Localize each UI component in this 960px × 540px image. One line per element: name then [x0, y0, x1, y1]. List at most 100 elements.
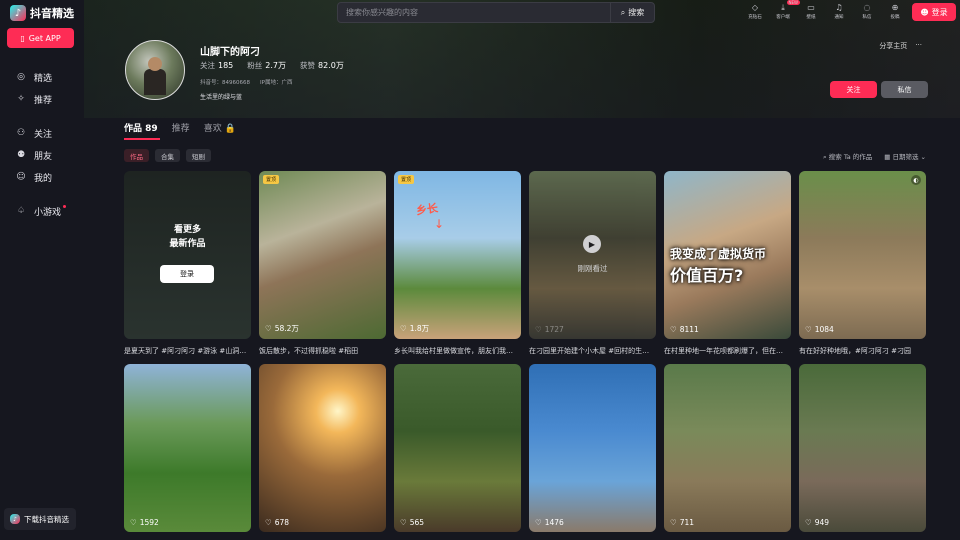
tab-recommend[interactable]: 推荐	[172, 121, 190, 134]
download-app-button[interactable]: ♪ 下载抖音精选	[4, 508, 76, 530]
video-card[interactable]: ♡ 1476	[529, 364, 656, 532]
heart-icon: ♡	[400, 518, 407, 527]
wallpaper-button[interactable]: ▭ 壁纸	[800, 2, 822, 20]
video-card[interactable]: ♡ 949	[799, 364, 926, 532]
video-caption[interactable]: 是夏天到了 #阿刁阿刁 #游泳 #山洞…	[124, 346, 251, 356]
douyin-logo-icon: ♪	[10, 514, 20, 524]
chip-collections[interactable]: 合集	[155, 149, 180, 162]
video-card[interactable]: ♡ 565	[394, 364, 521, 532]
user-icon: ☺	[16, 172, 26, 182]
video-card-login-prompt[interactable]: 看更多 最新作品 登录	[124, 171, 251, 339]
upload-button[interactable]: ⊕ 投稿	[884, 2, 906, 20]
sidebar-item-mine[interactable]: ☺ 我的	[16, 166, 66, 188]
stat-followers[interactable]: 粉丝 2.7万	[247, 60, 286, 71]
video-caption[interactable]: 在刁园里开始建个小木屋 #回村的生…	[529, 346, 656, 356]
sidebar-nav: ◎ 精选 ✧ 推荐 ⚇ 关注 ⚉ 朋友 ☺ 我的 ♤ 小游戏	[16, 66, 67, 222]
toolbar-label: 私信	[862, 15, 872, 20]
share-profile-button[interactable]: 分享主页	[879, 41, 907, 51]
video-caption[interactable]: 乡长叫我给村里做做宣传，朋友们我…	[394, 346, 521, 356]
video-card[interactable]: 置顶 ♡ 58.2万	[259, 171, 386, 339]
profile-actions: 分享主页 ···	[879, 41, 922, 51]
profile-avatar[interactable]	[125, 40, 185, 100]
featured-icon: ◎	[17, 72, 25, 82]
search-button-label: 搜索	[628, 8, 645, 17]
tab-likes[interactable]: 喜欢 🔒	[204, 121, 236, 134]
video-card[interactable]: ◐ ♡ 1084	[799, 171, 926, 339]
login-label: 登录	[931, 7, 948, 17]
video-card[interactable]: ♡ 678	[259, 364, 386, 532]
search-works-button[interactable]: ⌕ 搜索 Ta 的作品	[823, 151, 872, 162]
image-set-icon: ◐	[911, 175, 921, 185]
video-caption[interactable]: 在村里种地一年花呗都刷爆了，但在…	[664, 346, 791, 356]
date-filter-dropdown[interactable]: ▦ 日期筛选 ⌄	[884, 151, 926, 162]
sidebar-item-label: 朋友	[34, 151, 53, 162]
download-icon: ⤓	[781, 3, 785, 12]
heart-icon: ♡	[670, 518, 677, 527]
sidebar-item-following[interactable]: ⚇ 关注	[16, 122, 66, 144]
friends-icon: ⚉	[16, 150, 26, 160]
video-card[interactable]: 我变成了虚拟货币 价值百万? ♡ 8111	[664, 171, 791, 339]
profile-tabs: 作品 89 推荐 喜欢 🔒	[124, 121, 236, 134]
sidebar-item-friends[interactable]: ⚉ 朋友	[16, 144, 66, 166]
video-caption[interactable]: 有在好好种地哦，#阿刁阿刁 #刁园	[799, 346, 926, 356]
user-icon: ☻	[920, 7, 929, 17]
toolbar-label: 通知	[834, 15, 844, 20]
sidebar-item-minigames[interactable]: ♤ 小游戏	[16, 200, 67, 222]
profile-stats: 关注 185 粉丝 2.7万 获赞 82.0万	[200, 60, 344, 71]
phone-icon: ▯	[20, 33, 25, 43]
active-tab-indicator	[124, 138, 160, 140]
app-logo[interactable]: ♪ 抖音精选	[10, 4, 74, 22]
video-card[interactable]: ♡ 1592	[124, 364, 251, 532]
ip-location: IP属地：广西	[260, 80, 293, 86]
get-app-button[interactable]: ▯ Get APP	[7, 28, 74, 48]
new-badge: NEW	[786, 0, 800, 5]
sparkle-icon: ✧	[17, 94, 25, 104]
profile-ids: 抖音号：84960668 IP属地：广西	[200, 78, 292, 86]
douyin-logo-icon: ♪	[10, 5, 26, 21]
pinned-badge: 置顶	[263, 175, 280, 184]
sidebar-item-label: 关注	[34, 129, 53, 140]
video-caption[interactable]: 饭后散步，不过得抓稳啦 #稻田	[259, 346, 386, 356]
login-button[interactable]: ☻ 登录	[912, 3, 956, 21]
play-icon[interactable]: ▶	[583, 235, 601, 253]
video-card[interactable]: 置顶 乡长 ↓ ♡ 1.8万	[394, 171, 521, 339]
sidebar-item-recommend[interactable]: ✧ 推荐	[16, 88, 66, 110]
toolbar-label: 投稿	[890, 15, 900, 20]
sidebar-item-featured[interactable]: ◎ 精选	[16, 66, 66, 88]
more-options-icon[interactable]: ···	[915, 41, 922, 51]
search-icon: ⌕	[620, 7, 626, 17]
notification-button[interactable]: ♫ 通知	[828, 2, 850, 20]
messages-button[interactable]: ◌ 私信	[856, 2, 878, 20]
arrow-down-icon: ↓	[434, 217, 445, 231]
message-button[interactable]: 私信	[881, 81, 928, 98]
stat-following[interactable]: 关注 185	[200, 60, 233, 71]
app-logo-text: 抖音精选	[30, 7, 74, 20]
follow-button[interactable]: 关注	[830, 81, 877, 98]
pinned-badge: 置顶	[398, 175, 415, 184]
search-button[interactable]: ⌕ 搜索	[610, 3, 654, 22]
video-card[interactable]: ♡ 711	[664, 364, 791, 532]
sidebar-item-label: 推荐	[34, 95, 53, 106]
like-count: ♡ 8111	[670, 325, 699, 334]
sidebar: ♪ 抖音精选 ▯ Get APP ◎ 精选 ✧ 推荐 ⚇ 关注 ⚉ 朋友 ☺ 我…	[0, 0, 84, 540]
chip-short-dramas[interactable]: 短剧	[186, 149, 211, 162]
gamepad-icon: ♤	[16, 206, 26, 216]
see-more-prompt: 看更多 最新作品	[169, 225, 206, 249]
heart-icon: ♡	[535, 518, 542, 527]
heart-icon: ♡	[805, 325, 812, 334]
tab-works[interactable]: 作品 89	[124, 121, 158, 134]
heart-icon: ♡	[670, 325, 677, 334]
video-card-watched[interactable]: ▶ 刚刚看过 ♡ 1727	[529, 171, 656, 339]
search-input[interactable]	[338, 8, 610, 17]
chevron-down-icon: ⌄	[918, 153, 926, 161]
like-count: ♡ 58.2万	[265, 324, 299, 333]
recharge-diamond-button[interactable]: ◇ 充钻石	[744, 2, 766, 20]
card-login-button[interactable]: 登录	[160, 265, 214, 283]
toolbar-label: 客户端	[776, 15, 790, 20]
heart-icon: ♡	[805, 518, 812, 527]
heart-icon: ♡	[265, 518, 272, 527]
top-toolbar: ◇ 充钻石 NEW ⤓ 客户端 ▭ 壁纸 ♫ 通知 ◌ 私信 ⊕ 投稿	[744, 0, 906, 20]
client-download-button[interactable]: NEW ⤓ 客户端	[772, 0, 800, 20]
download-label: 下载抖音精选	[24, 514, 69, 524]
chip-works[interactable]: 作品	[124, 149, 149, 162]
